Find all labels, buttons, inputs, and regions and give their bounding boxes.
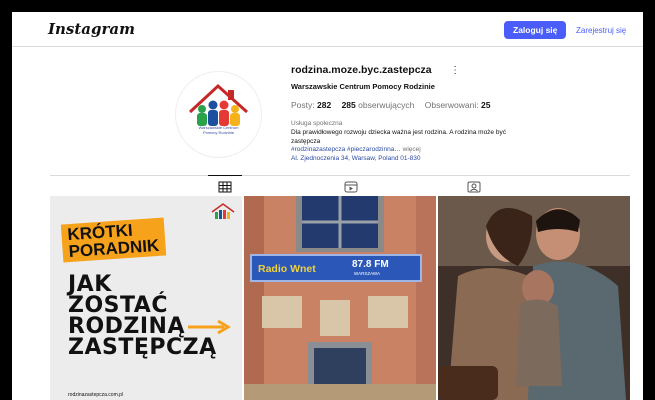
building-facade-image	[244, 196, 436, 400]
profile-hashtags: #rodzinazastepcza #pieczarodzinna… więce…	[291, 146, 591, 155]
post-thumbnail-family-hug[interactable]	[438, 196, 630, 400]
signup-link[interactable]: Zarejestruj się	[576, 26, 626, 35]
avatar-caption: Warszawskie Centrum Pomocy Rodzinie	[198, 125, 239, 135]
instagram-profile-page: Instagram Zaloguj się Zarejestruj się Wa…	[12, 12, 643, 400]
small-family-logo-icon	[211, 203, 235, 219]
profile-username: rodzina.moze.byc.zastepcza	[291, 64, 432, 76]
more-options-icon[interactable]: ⋮	[450, 65, 460, 76]
profile-avatar[interactable]: Warszawskie Centrum Pomocy Rodzinie	[175, 71, 262, 158]
arrow-right-icon	[188, 319, 231, 335]
profile-address[interactable]: Al. Zjednoczenia 34, Warsaw, Poland 01-8…	[291, 155, 591, 164]
tab-reels[interactable]	[344, 180, 358, 193]
tagged-icon	[467, 181, 481, 193]
following-count[interactable]: Obserwowani: 25	[425, 100, 491, 110]
login-button[interactable]: Zaloguj się	[504, 21, 567, 39]
family-hug-photo	[438, 196, 630, 400]
profile-full-name: Warszawskie Centrum Pomocy Rodzinie	[291, 82, 435, 91]
profile-tabs	[50, 175, 630, 196]
guide-url: rodzinazastepcza.com.pl	[68, 392, 124, 398]
grid-icon	[218, 181, 232, 193]
tab-posts[interactable]	[208, 175, 242, 193]
more-link[interactable]: więcej	[403, 146, 421, 153]
top-navigation-bar: Instagram Zaloguj się Zarejestruj się	[12, 12, 643, 47]
reels-icon	[344, 181, 358, 193]
tab-tagged[interactable]	[467, 180, 481, 193]
radio-wnet-sign: Radio Wnet 87.8 FM WARSZAWA	[250, 254, 422, 282]
post-thumbnail-guide[interactable]: KRÓTKI PORADNIK JAK ZOSTAĆ RODZINĄ ZASTĘ…	[50, 196, 242, 400]
profile-bio: Dla prawidłowego rozwoju dziecka ważna j…	[291, 129, 506, 145]
profile-info: rodzina.moze.byc.zastepcza ⋮ Warszawskie…	[291, 60, 591, 163]
guide-banner: KRÓTKI PORADNIK	[60, 217, 166, 263]
followers-count[interactable]: 285 obserwujących	[342, 100, 417, 110]
instagram-logo[interactable]: Instagram	[48, 20, 135, 38]
post-thumbnail-radio-building[interactable]: Radio Wnet 87.8 FM WARSZAWA	[244, 196, 436, 400]
guide-headline: JAK ZOSTAĆ RODZINĄ ZASTĘPCZĄ	[68, 272, 217, 360]
posts-count: Posty: 282	[291, 100, 332, 110]
family-house-logo-icon	[188, 83, 249, 126]
hashtag-links[interactable]: #rodzinazastepcza #pieczarodzinna…	[291, 146, 401, 153]
profile-stats: Posty: 282 285 obserwujących Obserwowani…	[291, 100, 591, 110]
profile-category: Usługa społeczna	[291, 120, 343, 127]
